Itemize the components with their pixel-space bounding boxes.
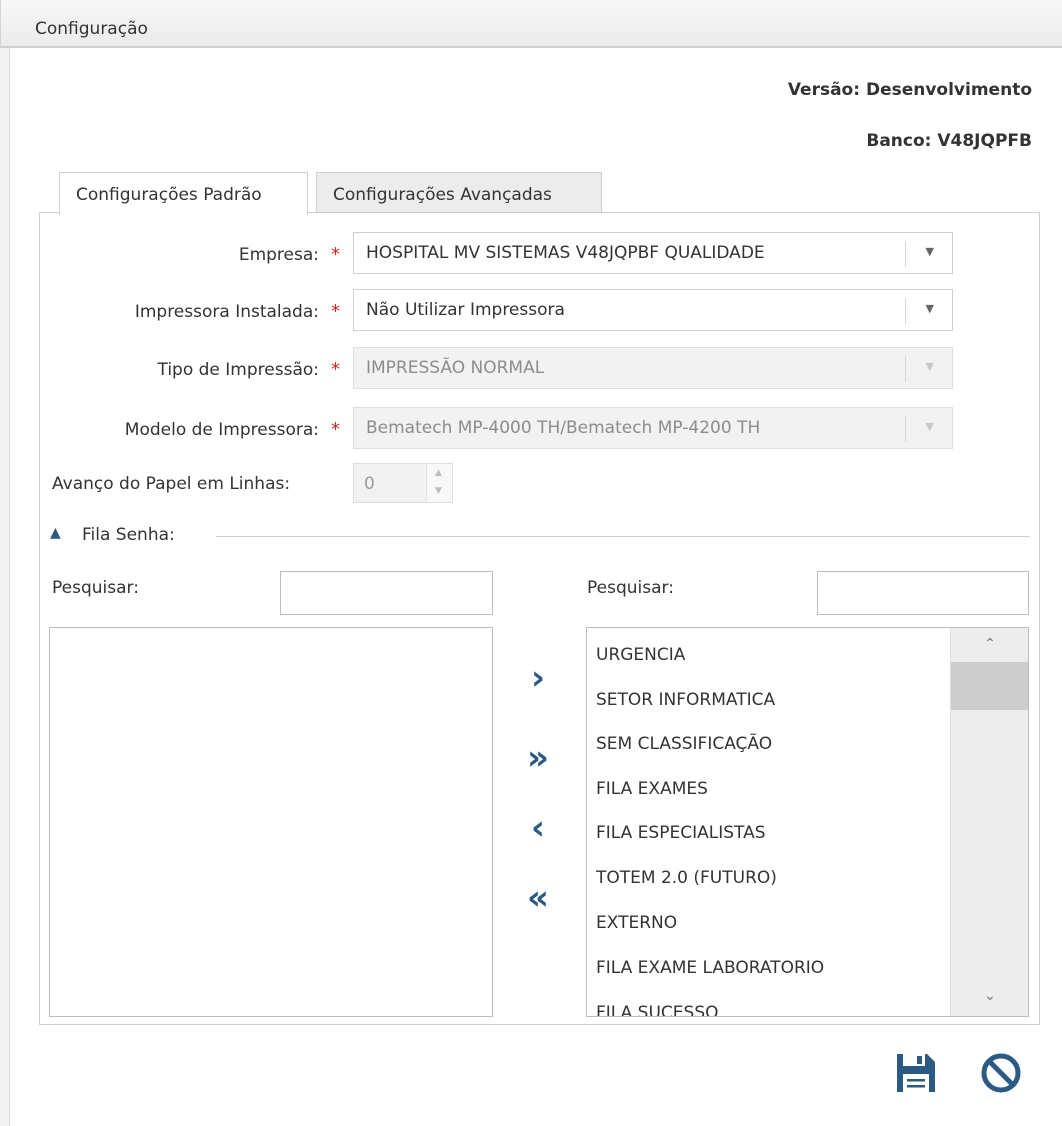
combo-separator	[905, 298, 906, 324]
available-fila-list[interactable]	[49, 627, 493, 1017]
impressora-label: Impressora Instalada:	[134, 302, 319, 322]
scroll-up-icon[interactable]: ⌃	[951, 636, 1028, 652]
right-search-label: Pesquisar:	[587, 578, 674, 598]
tipo-impressao-value: IMPRESSÃO NORMAL	[366, 358, 545, 378]
list-item[interactable]: FILA ESPECIALISTAS	[596, 823, 766, 843]
required-marker: *	[331, 359, 340, 380]
required-marker: *	[331, 419, 340, 440]
avanco-papel-spinner: 0 ▲ ▼	[353, 463, 453, 503]
impressora-value: Não Utilizar Impressora	[366, 300, 565, 320]
empresa-value: HOSPITAL MV SISTEMAS V48JQPBF QUALIDADE	[366, 243, 765, 263]
spin-down-icon: ▼	[435, 486, 442, 496]
left-frame-border	[0, 48, 10, 1126]
selected-fila-list[interactable]: URGENCIA SETOR INFORMATICA SEM CLASSIFIC…	[586, 627, 1029, 1017]
cancel-icon	[981, 1053, 1021, 1093]
window-title: Configuração	[35, 19, 148, 39]
required-marker: *	[331, 301, 340, 322]
chevron-up-icon[interactable]: ▲	[50, 525, 61, 541]
required-marker: *	[331, 244, 340, 265]
group-divider	[216, 536, 1030, 537]
modelo-impressora-value: Bematech MP-4000 TH/Bematech MP-4200 TH	[366, 418, 761, 438]
fila-senha-group-header[interactable]: ▲ Fila Senha:	[50, 525, 1030, 547]
modelo-impressora-select: Bematech MP-4000 TH/Bematech MP-4200 TH …	[353, 407, 953, 449]
fila-senha-label: Fila Senha:	[82, 525, 175, 545]
modelo-impressora-label: Modelo de Impressora:	[124, 420, 319, 440]
chevron-down-icon: ▼	[925, 420, 934, 433]
combo-separator	[905, 241, 906, 267]
cancel-button[interactable]	[978, 1050, 1024, 1096]
scroll-down-icon[interactable]: ⌄	[951, 988, 1028, 1004]
move-one-right-button[interactable]: ›	[516, 658, 560, 698]
scrollbar-thumb[interactable]	[951, 662, 1028, 710]
move-one-left-button[interactable]: ‹	[516, 808, 560, 848]
impressora-select[interactable]: Não Utilizar Impressora ▼	[353, 289, 953, 331]
empresa-label: Empresa:	[238, 245, 319, 265]
tab-configuracoes-padrao[interactable]: Configurações Padrão	[59, 172, 308, 215]
spin-up-icon: ▲	[435, 468, 442, 478]
left-search-input[interactable]	[280, 571, 493, 615]
list-item[interactable]: SEM CLASSIFICAÇÃO	[596, 734, 772, 754]
combo-separator	[905, 356, 906, 382]
chevron-down-icon[interactable]: ▼	[926, 302, 934, 315]
list-item[interactable]: FILA SUCESSO	[596, 1003, 719, 1016]
chevron-down-icon[interactable]: ▼	[926, 245, 934, 258]
left-search-label: Pesquisar:	[52, 578, 139, 598]
list-item[interactable]: TOTEM 2.0 (FUTURO)	[596, 868, 777, 888]
chevron-down-icon: ▼	[925, 360, 934, 373]
save-icon	[897, 1054, 935, 1092]
list-scrollbar[interactable]: ⌃ ⌄	[950, 628, 1028, 1016]
bank-label: Banco: V48JQPFB	[866, 131, 1032, 151]
tipo-impressao-select: IMPRESSÃO NORMAL ▼	[353, 347, 953, 389]
combo-separator	[905, 416, 906, 442]
version-label: Versão: Desenvolvimento	[787, 80, 1032, 100]
list-item[interactable]: SETOR INFORMATICA	[596, 690, 775, 710]
right-search-input[interactable]	[817, 571, 1029, 615]
tipo-impressao-label: Tipo de Impressão:	[157, 360, 319, 380]
save-button[interactable]	[893, 1050, 939, 1096]
list-item[interactable]: EXTERNO	[596, 913, 677, 933]
window-titlebar: Configuração	[0, 0, 1062, 48]
avanco-papel-value: 0	[364, 474, 375, 494]
move-all-right-button[interactable]: »	[516, 738, 560, 778]
spinner-buttons: ▲ ▼	[426, 464, 452, 502]
tab-configuracoes-avancadas[interactable]: Configurações Avançadas	[316, 172, 602, 213]
move-all-left-button[interactable]: «	[516, 878, 560, 918]
empresa-select[interactable]: HOSPITAL MV SISTEMAS V48JQPBF QUALIDADE …	[353, 232, 953, 274]
list-item[interactable]: FILA EXAMES	[596, 779, 708, 799]
list-item[interactable]: FILA EXAME LABORATORIO	[596, 958, 824, 978]
avanco-papel-label: Avanço do Papel em Linhas:	[52, 474, 291, 494]
list-item[interactable]: URGENCIA	[596, 645, 685, 665]
